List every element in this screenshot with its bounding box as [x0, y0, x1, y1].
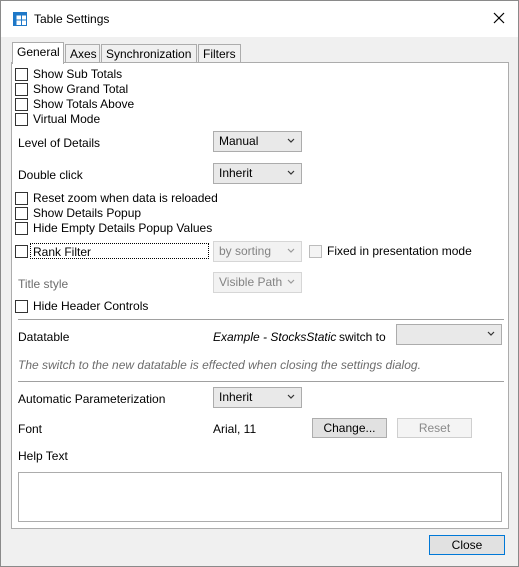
virtual-mode-label: Virtual Mode	[33, 112, 101, 126]
show-grand-total-checkbox[interactable]	[15, 83, 28, 96]
window-title: Table Settings	[34, 12, 110, 26]
auto-param-select[interactable]: Inherit	[213, 387, 302, 408]
rank-filter-checkbox[interactable]	[15, 245, 28, 258]
show-sub-totals-label: Show Sub Totals	[33, 67, 123, 81]
datatable-note: The switch to the new datatable is effec…	[18, 358, 421, 372]
double-click-value: Inherit	[219, 166, 253, 180]
auto-param-value: Inherit	[219, 390, 253, 404]
help-text-label: Help Text	[18, 449, 68, 463]
hide-empty-details-label: Hide Empty Details Popup Values	[33, 221, 213, 235]
chevron-down-icon	[287, 279, 295, 284]
level-of-details-value: Manual	[219, 134, 259, 148]
show-details-popup-label: Show Details Popup	[33, 206, 142, 220]
title-style-select[interactable]: Visible Path	[213, 272, 302, 293]
reset-font-button[interactable]: Reset	[397, 418, 472, 438]
divider	[18, 381, 504, 382]
hide-header-controls-checkbox[interactable]	[15, 300, 28, 313]
show-totals-above-checkbox[interactable]	[15, 98, 28, 111]
title-bar: Table Settings	[1, 1, 518, 37]
fixed-presentation-checkbox[interactable]	[309, 245, 322, 258]
close-icon[interactable]	[491, 10, 507, 26]
divider	[18, 319, 504, 320]
auto-param-label: Automatic Parameterization	[18, 392, 166, 406]
chevron-down-icon	[487, 331, 495, 336]
reset-zoom-checkbox[interactable]	[15, 192, 28, 205]
double-click-select[interactable]: Inherit	[213, 163, 302, 184]
chevron-down-icon	[287, 138, 295, 143]
level-of-details-label: Level of Details	[18, 136, 101, 150]
switch-to-select[interactable]	[396, 324, 502, 345]
tab-synchronization[interactable]: Synchronization	[101, 44, 197, 63]
show-details-popup-checkbox[interactable]	[15, 207, 28, 220]
table-settings-icon	[13, 12, 27, 26]
general-panel: Show Sub Totals Show Grand Total Show To…	[11, 62, 509, 529]
datatable-label: Datatable	[18, 330, 70, 344]
switch-to-label: switch to	[339, 330, 386, 344]
reset-zoom-label: Reset zoom when data is reloaded	[33, 191, 218, 205]
hide-header-controls-label: Hide Header Controls	[33, 299, 149, 313]
rank-filter-select[interactable]: by sorting	[213, 241, 302, 262]
rank-filter-value: by sorting	[219, 244, 272, 258]
hide-empty-details-checkbox[interactable]	[15, 222, 28, 235]
level-of-details-select[interactable]: Manual	[213, 131, 302, 152]
font-value: Arial, 11	[213, 422, 257, 436]
table-settings-dialog: Table Settings General Axes Synchronizat…	[0, 0, 519, 567]
change-font-button[interactable]: Change...	[312, 418, 387, 438]
tab-general[interactable]: General	[12, 42, 64, 64]
chevron-down-icon	[287, 394, 295, 399]
font-label: Font	[18, 422, 43, 436]
rank-filter-label: Rank Filter	[30, 243, 209, 259]
tab-axes[interactable]: Axes	[65, 44, 100, 63]
show-sub-totals-checkbox[interactable]	[15, 68, 28, 81]
help-text-area[interactable]	[18, 472, 502, 522]
chevron-down-icon	[287, 170, 295, 175]
show-totals-above-label: Show Totals Above	[33, 97, 135, 111]
double-click-label: Double click	[18, 168, 83, 182]
show-grand-total-label: Show Grand Total	[33, 82, 129, 96]
chevron-down-icon	[287, 248, 295, 253]
fixed-presentation-label: Fixed in presentation mode	[327, 244, 472, 258]
datatable-name: Example - StocksStatic	[213, 330, 337, 344]
title-style-value: Visible Path	[219, 275, 283, 289]
title-style-label: Title style	[18, 277, 69, 291]
tab-filters[interactable]: Filters	[198, 44, 241, 63]
close-button[interactable]: Close	[429, 535, 505, 555]
virtual-mode-checkbox[interactable]	[15, 113, 28, 126]
